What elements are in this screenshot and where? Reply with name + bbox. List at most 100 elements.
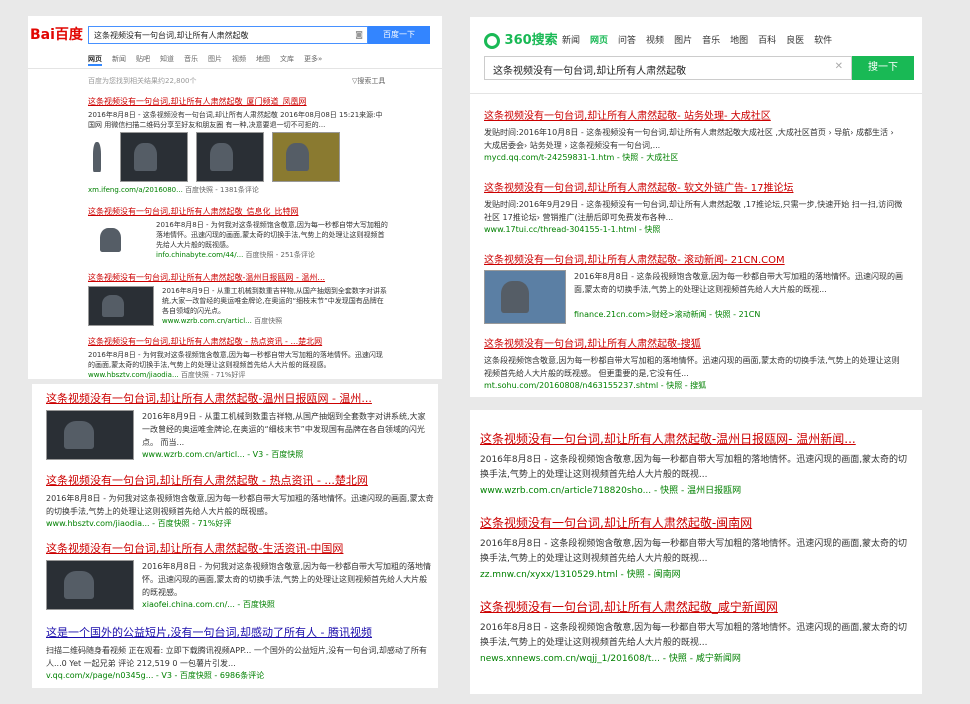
tab-wenku[interactable]: 文库 [280,54,294,66]
result-snippet: 2016年8月8日 - 这条段视频饱含敬意,因为每一秒都自带大写加粗的落地情怀。… [480,623,908,648]
result-snippet: 2016年8月8日 - 为何我对这条视频饱含敬意,因为每一秒都自带大写加粗的落地… [142,562,432,597]
search-result: 这条视频没有一句台词,却让所有人肃然起敬_厦门频道_凤凰网 2016年8月8日 … [88,96,388,195]
search-result: 这条视频没有一句台词,却让所有人肃然起敬-温州日报瓯网 - 温州... 2016… [46,390,436,460]
baidu-search-input[interactable]: 这条视频没有一句台词,却让所有人肃然起敬 ◙ [88,26,368,44]
result-snippet: 2016年8月8日 - 这条段视频饱含敬意,因为每一秒都自带大写加粗的落地情怀。… [480,539,908,564]
so360-search-input[interactable]: 这条视频没有一句台词,却让所有人肃然起敬 ✕ [484,56,852,80]
result-snippet: 2016年8月8日 - 这条段视频饱含敬意,因为每一秒都自带大写加粗的落地情怀。… [574,272,904,294]
result-title[interactable]: 这条视频没有一句台词,却让所有人肃然起敬- 软文外链广告- 17推论坛 [484,179,904,194]
result-meta[interactable]: www.wzrb.com.cn/articl... - V3 - 百度快照 [142,449,432,460]
nav-baike[interactable]: 百科 [758,33,776,46]
search-result: 这条视频没有一句台词,却让所有人肃然起敬-生活资讯-中国网 2016年8月8日 … [46,540,436,610]
result-snippet: 2016年8月9日 - 从重工机械到数重吉祥物,从国产抽烟到全套数字对讲系统,大… [142,412,426,447]
result-title[interactable]: 这条视频没有一句台词,却让所有人肃然起敬_厦门频道_凤凰网 [88,96,388,107]
nav-news[interactable]: 新闻 [562,33,580,46]
result-title[interactable]: 这条视频没有一句台词,却让所有人肃然起敬-闽南网 [480,514,912,531]
tab-video[interactable]: 视频 [232,54,246,66]
result-thumbnail[interactable] [120,132,188,182]
result-title[interactable]: 这条视频没有一句台词,却让所有人肃然起敬-温州日报瓯网- 温州新闻... [480,430,912,447]
result-snippet: 发贴时间:2016年9月29日 - 这条视频没有一句台词,却让所有人肃然起敬 ,… [484,200,903,222]
search-result: 这条视频没有一句台词,却让所有人肃然起敬- 站务处理- 大成社区 发贴时间:20… [484,107,904,163]
result-title[interactable]: 这条视频没有一句台词,却让所有人肃然起敬- 滚动新闻- 21CN.COM [484,251,904,266]
search-result: 这是一个国外的公益短片,没有一句台词,却感动了所有人 - 腾讯视频 扫描二维码随… [46,624,436,681]
result-snippet: 扫描二维码随身看视频 正在观看: 立即下载腾讯视频APP... 一个国外的公益短… [46,646,427,668]
result-thumbnail[interactable] [484,270,566,324]
result-title[interactable]: 这条视频没有一句台词,却让所有人肃然起敬-温州日报瓯网 - 温州... [88,272,388,283]
nav-images[interactable]: 图片 [674,33,692,46]
clear-icon[interactable]: ✕ [835,61,843,72]
so360-nav: 新闻 网页 问答 视频 图片 音乐 地图 百科 良医 软件 [562,33,832,46]
search-result: 这条视频没有一句台词,却让所有人肃然起敬 - 热点资讯 - ...楚北网 201… [88,336,388,379]
result-title[interactable]: 这条视频没有一句台词,却让所有人肃然起敬_信息化_比特网 [88,206,388,217]
result-snippet: 2016年8月8日 - 为何我对这条视频饱含敬意,因为每一秒都自带大写加粗的落地… [156,221,388,249]
result-thumbnail[interactable] [46,410,134,460]
result-title[interactable]: 这条视频没有一句台词,却让所有人肃然起敬-搜狐 [484,335,904,350]
tab-web[interactable]: 网页 [88,54,102,66]
nav-video[interactable]: 视频 [646,33,664,46]
result-title[interactable]: 这是一个国外的公益短片,没有一句台词,却感动了所有人 - 腾讯视频 [46,624,436,640]
nav-music[interactable]: 音乐 [702,33,720,46]
so360-search-button[interactable]: 搜一下 [852,56,914,80]
nav-qa[interactable]: 问答 [618,33,636,46]
search-result: 这条视频没有一句台词,却让所有人肃然起敬_咸宁新闻网 2016年8月8日 - 这… [480,598,912,664]
result-title[interactable]: 这条视频没有一句台词,却让所有人肃然起敬 - 热点资讯 - ...楚北网 [88,336,388,347]
result-meta[interactable]: v.qq.com/x/page/n0345g... - V3 - 百度快照 - … [46,670,436,681]
result-title[interactable]: 这条视频没有一句台词,却让所有人肃然起敬 - 热点资讯 - ...楚北网 [46,472,436,488]
result-url[interactable]: info.chinabyte.com/44/... [156,251,243,259]
result-meta[interactable]: zz.mnw.cn/xyxx/1310529.html - 快照 - 闽南网 [480,567,912,580]
result-title[interactable]: 这条视频没有一句台词,却让所有人肃然起敬- 站务处理- 大成社区 [484,107,904,122]
result-url[interactable]: www.wzrb.com.cn/articl... [162,317,252,325]
nav-map[interactable]: 地图 [730,33,748,46]
result-meta[interactable]: xiaofei.china.com.cn/... - 百度快照 [142,599,432,610]
result-meta[interactable]: www.hbsztv.com/jiaodia... - 百度快照 - 71%好评 [46,518,436,529]
baidu-tabs: 网页 新闻 贴吧 知道 音乐 图片 视频 地图 文库 更多» [88,54,322,66]
result-meta[interactable]: www.wzrb.com.cn/article718820sho... - 快照… [480,483,912,496]
baidu-logo[interactable]: Bai百度 [30,24,83,44]
result-title[interactable]: 这条视频没有一句台词,却让所有人肃然起敬-温州日报瓯网 - 温州... [46,390,436,406]
tab-news[interactable]: 新闻 [112,54,126,66]
result-meta[interactable]: mycd.qq.com/t-24259831-1.htm - 快照 - 大成社区 [484,152,904,163]
result-meta[interactable]: finance.21cn.com>财经>滚动新闻 - 快照 - 21CN [574,309,904,320]
so360-zoom-panel: 这条视频没有一句台词,却让所有人肃然起敬-温州日报瓯网- 温州新闻... 201… [470,410,922,694]
search-result: 这条视频没有一句台词,却让所有人肃然起敬- 滚动新闻- 21CN.COM 201… [484,251,904,324]
result-meta[interactable]: mt.sohu.com/20160808/n463155237.shtml - … [484,380,904,391]
search-result: 这条视频没有一句台词,却让所有人肃然起敬- 软文外链广告- 17推论坛 发贴时间… [484,179,904,235]
baidu-search-button[interactable]: 百度一下 [368,26,430,44]
result-meta[interactable]: 百度快照 [254,317,282,325]
nav-doctor[interactable]: 良医 [786,33,804,46]
result-title[interactable]: 这条视频没有一句台词,却让所有人肃然起敬-生活资讯-中国网 [46,540,436,556]
result-title[interactable]: 这条视频没有一句台词,却让所有人肃然起敬_咸宁新闻网 [480,598,912,615]
tab-tieba[interactable]: 贴吧 [136,54,150,66]
result-url[interactable]: xm.ifeng.com/a/2016080... [88,186,183,194]
tab-more[interactable]: 更多» [304,54,322,66]
divider [470,93,922,94]
result-snippet: 2016年8月8日 - 这条段视频饱含敬意,因为每一秒都自带大写加粗的落地情怀。… [480,455,908,480]
result-meta[interactable]: 百度快照 - 71%好评 [181,371,246,379]
result-thumbnail[interactable] [46,560,134,610]
tab-music[interactable]: 音乐 [184,54,198,66]
tab-images[interactable]: 图片 [208,54,222,66]
tab-map[interactable]: 地图 [256,54,270,66]
tab-zhidao[interactable]: 知道 [160,54,174,66]
hand-icon [88,132,112,182]
hand-icon [88,220,148,260]
result-snippet: 这条段视频饱含敬意,因为每一秒都自带大写加粗的落地情怀。迅速闪现的画面,蒙太奇的… [484,356,900,378]
result-thumbnail[interactable] [196,132,264,182]
search-result: 这条视频没有一句台词,却让所有人肃然起敬-闽南网 2016年8月8日 - 这条段… [480,514,912,580]
result-count: 百度为您找到相关结果约22,800个 [88,77,197,85]
nav-software[interactable]: 软件 [814,33,832,46]
result-thumbnail[interactable] [88,286,154,326]
baidu-results-panel: Bai百度 这条视频没有一句台词,却让所有人肃然起敬 ◙ 百度一下 网页 新闻 … [28,16,442,379]
result-meta[interactable]: news.xnnews.com.cn/wqjj_1/201608/t... - … [480,651,912,664]
result-meta[interactable]: 百度快照 - 251条评论 [246,251,315,259]
search-tools-button[interactable]: ▽搜索工具 [352,76,385,86]
result-snippet: 2016年8月8日 - 为何我对这条视频饱含敬意,因为每一秒都自带大写加粗的落地… [46,494,434,516]
camera-icon[interactable]: ◙ [355,30,363,39]
result-url[interactable]: www.hbsztv.com/jiaodia... [88,371,179,379]
result-thumbnail[interactable] [272,132,340,182]
result-meta[interactable]: 百度快照 - 1381条评论 [185,186,259,194]
nav-web[interactable]: 网页 [590,33,608,46]
so360-logo[interactable]: 360搜索 [484,29,558,49]
result-meta[interactable]: www.17tui.cc/thread-304155-1-1.html - 快照 [484,224,904,235]
so360-results-panel: 360搜索 新闻 网页 问答 视频 图片 音乐 地图 百科 良医 软件 这条视频… [470,17,922,397]
